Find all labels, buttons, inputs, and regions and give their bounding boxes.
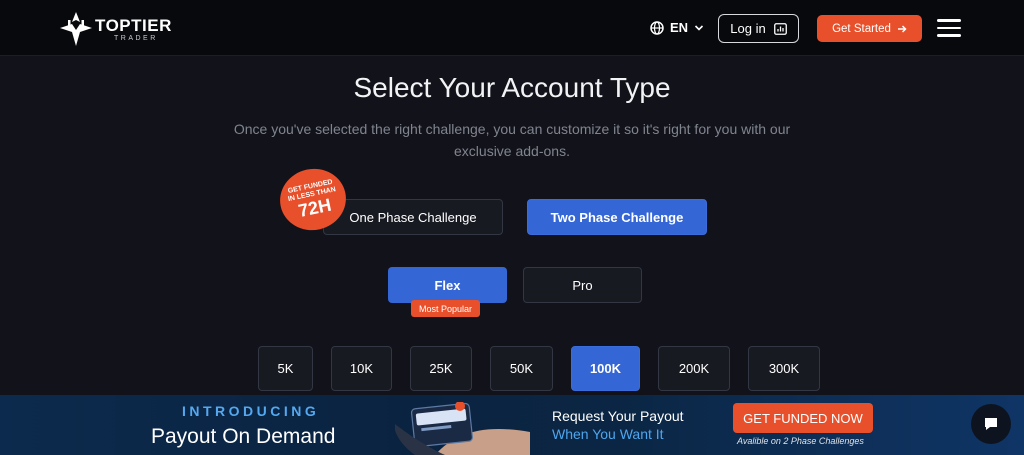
size-5k-button[interactable]: 5K: [258, 346, 313, 391]
get-started-button[interactable]: Get Started: [817, 15, 922, 42]
toptier-logo[interactable]: TOPTIER TRADER: [60, 12, 180, 46]
page-subtitle: Once you've selected the right challenge…: [233, 121, 791, 159]
chart-icon: [773, 22, 787, 35]
one-phase-challenge-button[interactable]: One Phase Challenge: [323, 199, 503, 235]
arrow-right-icon: [897, 24, 907, 33]
login-label: Log in: [730, 21, 766, 36]
top-nav: TOPTIER TRADER EN Log in Get Started: [0, 0, 1024, 56]
logo-subtext: TRADER: [114, 35, 158, 42]
get-funded-now-button[interactable]: GET FUNDED NOW: [733, 403, 873, 433]
size-10k-button[interactable]: 10K: [331, 346, 392, 391]
chat-icon: [985, 418, 997, 430]
language-label: EN: [670, 20, 689, 35]
flex-type-button[interactable]: Flex: [388, 267, 507, 303]
size-25k-button[interactable]: 25K: [410, 346, 472, 391]
size-300k-button[interactable]: 300K: [748, 346, 820, 391]
chevron-down-icon: [694, 24, 704, 31]
size-100k-button[interactable]: 100K: [571, 346, 640, 391]
size-50k-button[interactable]: 50K: [490, 346, 553, 391]
two-phase-challenge-button[interactable]: Two Phase Challenge: [527, 199, 707, 235]
logo-text: TOPTIER: [95, 16, 172, 35]
size-200k-button[interactable]: 200K: [658, 346, 730, 391]
login-button[interactable]: Log in: [718, 14, 799, 43]
phone-card-illustration: [395, 402, 530, 455]
globe-icon: [650, 20, 664, 35]
banner-request-line1: Request Your Payout: [552, 408, 684, 424]
most-popular-badge: Most Popular: [411, 300, 480, 317]
logo-mark-icon: [60, 12, 92, 46]
banner-request-line2: When You Want It: [552, 426, 664, 442]
banner-title: Payout On Demand: [151, 425, 336, 448]
get-started-label: Get Started: [832, 22, 891, 35]
chat-widget-button[interactable]: [971, 404, 1011, 444]
pro-type-button[interactable]: Pro: [523, 267, 642, 303]
banner-availability: Avalible on 2 Phase Challenges: [737, 436, 864, 446]
banner-intro: INTRODUCING: [182, 403, 320, 419]
language-selector[interactable]: EN: [650, 20, 704, 35]
hamburger-menu-icon[interactable]: [937, 19, 961, 37]
page-title: Select Your Account Type: [353, 72, 671, 103]
